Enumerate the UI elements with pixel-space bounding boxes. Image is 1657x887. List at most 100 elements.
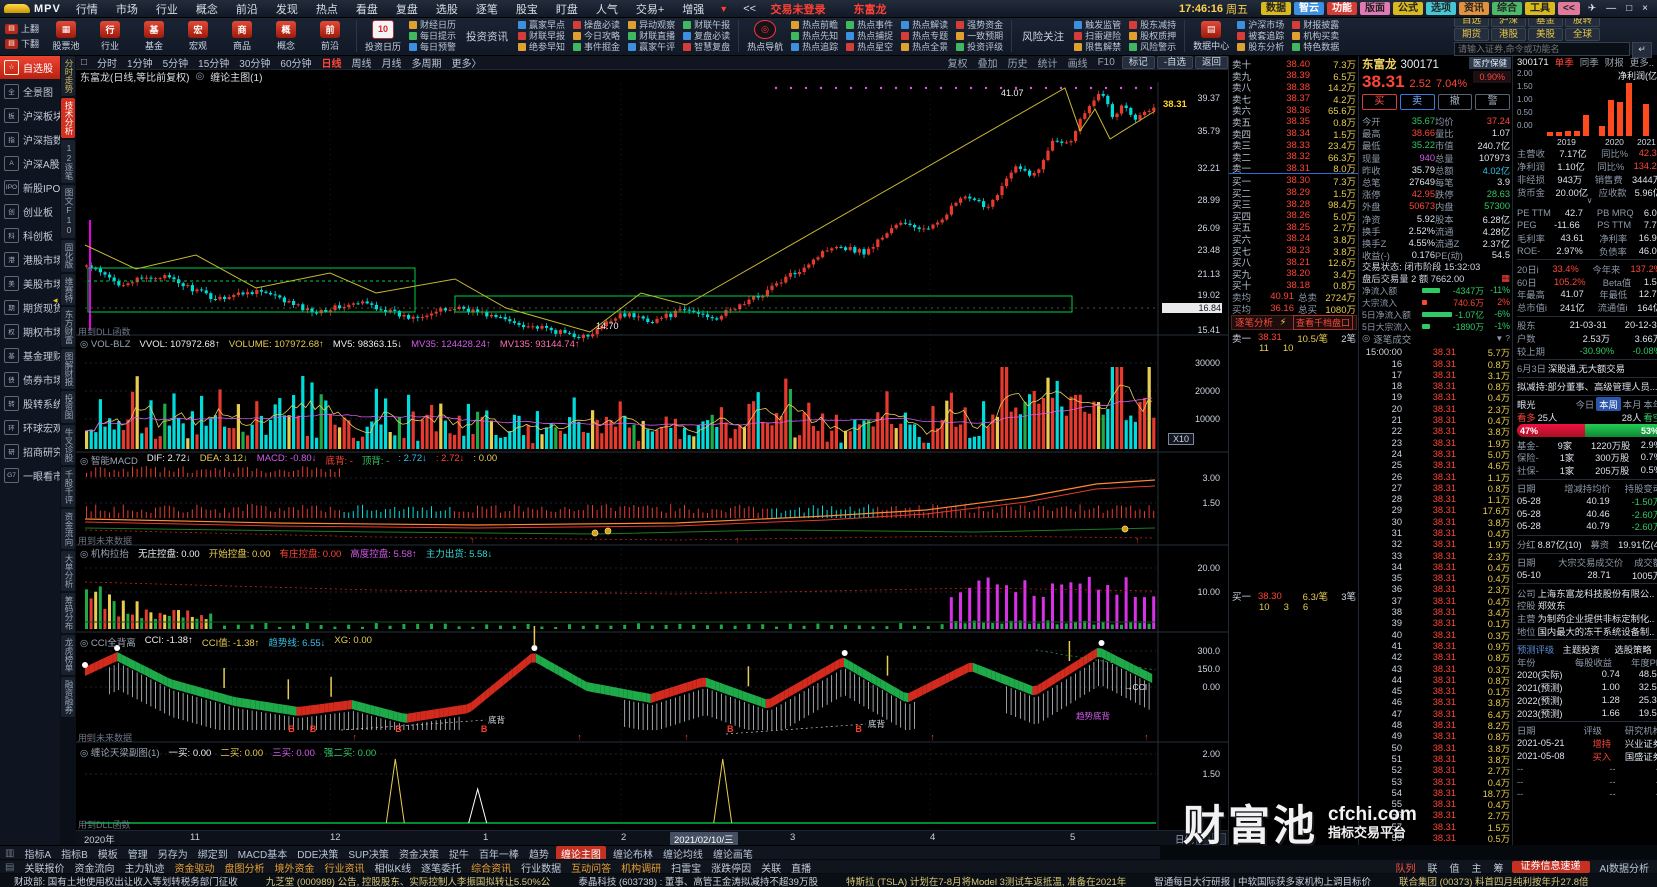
period-月线[interactable]: 月线 — [377, 55, 407, 70]
period-更多〉[interactable]: 更多〉 — [447, 55, 487, 70]
chart-button-叠加[interactable]: 叠加 — [973, 55, 1003, 70]
period-60分钟[interactable]: 60分钟 — [275, 55, 316, 70]
overlay-icon[interactable]: ◎ — [195, 71, 204, 82]
sidebar-item-基金理财[interactable]: 基基金理财 — [0, 343, 63, 367]
timeline-label[interactable]: 3 — [790, 832, 795, 843]
period-5分钟[interactable]: 5分钟 — [158, 55, 194, 70]
bid-row[interactable]: 买七 38.23 3.8万 — [1229, 244, 1359, 258]
ask-row[interactable]: 卖五 38.35 0.8万 — [1229, 115, 1359, 129]
timeline-label[interactable]: 11 — [190, 832, 200, 843]
sidebar-item-自选股[interactable]: ☆ 自选股 — [0, 55, 60, 79]
sidebar-item-债券市场[interactable]: 债债券市场 — [0, 367, 63, 391]
toolbar-link-赢家早点[interactable]: 赢家早点 — [518, 20, 565, 30]
toolbar-link-触发监管[interactable]: 触发监管 — [1074, 20, 1121, 30]
menu-人气[interactable]: 人气 — [587, 1, 627, 17]
quick-button-<<[interactable]: << — [1558, 2, 1580, 15]
toolbar-link-异动观察[interactable]: 异动观察 — [628, 20, 675, 30]
ask-row[interactable]: 卖三 38.33 23.4万 — [1229, 138, 1359, 153]
sidebar-item-沪深板块[interactable]: 板沪深板块 — [0, 103, 63, 127]
toolbar-link-沪深市场[interactable]: 沪深市场 — [1237, 20, 1284, 30]
news-item[interactable]: 联合集团 (00373) 料首四月纯利按年升27.8倍 — [1385, 874, 1603, 887]
market-button-全球[interactable]: 全球 — [1565, 28, 1601, 41]
alert-flag-icon[interactable]: ▼ — [713, 4, 734, 14]
zoom-out-button[interactable]: − — [1196, 833, 1210, 845]
news-item[interactable]: 泰晶科技 (603738) : 董事、高管王金涛拟减持不超39万股 — [564, 874, 832, 887]
menu-逐笔[interactable]: 逐笔 — [467, 1, 507, 17]
toolbar-link-智慧复盘[interactable]: 智慧复盘 — [683, 42, 730, 52]
chart-timeline[interactable]: 2020年 11 12 1 2 2021/02/10/三 3 4 5 日线 − + — [76, 830, 1228, 846]
chart-button-复权[interactable]: 复权 — [943, 55, 973, 70]
industry-tag[interactable]: 医疗保健 — [1468, 57, 1511, 69]
vstrip-tab-牛叉诊股[interactable]: 牛叉诊股 — [61, 424, 75, 465]
menu-增强[interactable]: 增强 — [673, 1, 713, 17]
period-15分钟[interactable]: 15分钟 — [193, 55, 234, 70]
toolbar-link-股权质押[interactable]: 股权质押 — [1129, 31, 1176, 41]
quick-button-智云[interactable]: 智云 — [1294, 2, 1325, 15]
pager-上翻[interactable]: ▤ 上翻 — [5, 22, 39, 35]
chart-button-历史[interactable]: 历史 — [1003, 55, 1033, 70]
sidebar-item-招商研究[interactable]: 研招商研究 — [0, 439, 63, 463]
menu-交易+[interactable]: 交易+ — [627, 1, 673, 17]
period-30分钟[interactable]: 30分钟 — [234, 55, 275, 70]
chart-button--自选[interactable]: -自选 — [1156, 55, 1193, 69]
sidebar-item-一眼看市[interactable]: G7 一眼看市 — [0, 463, 63, 487]
ask-row[interactable]: 卖六 38.36 65.6万 — [1229, 103, 1359, 118]
sidebar-item-环球宏观[interactable]: 环环球宏观 — [0, 415, 63, 439]
toolbar-link-热点全景[interactable]: 热点全景 — [901, 42, 948, 52]
news-item[interactable]: 财政部: 国有土地使用权出让收入等划转税务部门征收 — [0, 874, 252, 887]
quick-button-公式[interactable]: 公式 — [1393, 2, 1424, 15]
toolbar-big-前沿[interactable]: 前前沿 — [308, 17, 352, 55]
vstrip-tab-图解财报[interactable]: 图解财报 — [61, 349, 75, 389]
bid-row[interactable]: 买六 38.24 3.8万 — [1229, 232, 1359, 246]
vstrip-tab-技术分析[interactable]: 技术分析 — [61, 98, 75, 138]
menu-市场[interactable]: 市场 — [107, 1, 147, 17]
toolbar-big-商品[interactable]: 商商品 — [220, 17, 264, 55]
sidebar-item-股转系统[interactable]: 转股转系统 — [0, 391, 63, 415]
toolbar-big-行业[interactable]: 行行业 — [88, 17, 132, 55]
sidebar-item-期权市场[interactable]: 权期权市场 — [0, 319, 63, 343]
ask-row[interactable]: 卖十 38.40 7.3万 — [1229, 57, 1359, 72]
search-input[interactable] — [1454, 42, 1630, 56]
quick-button-数据[interactable]: 数据 — [1261, 2, 1292, 15]
toolbar-link-财经日历[interactable]: 财经日历 — [409, 20, 456, 30]
sidebar-item-美股市场[interactable]: 美美股市场 — [0, 271, 63, 295]
chart-button-统计[interactable]: 统计 — [1033, 55, 1063, 70]
market-button-期货[interactable]: 期货 — [1454, 28, 1490, 41]
bid-row[interactable]: 买二 38.29 1.5万 — [1229, 186, 1359, 200]
maximize-icon[interactable]: □ — [1621, 3, 1637, 14]
bid-row[interactable]: 买三 38.28 98.4万 — [1229, 197, 1359, 212]
toolbar-link-赢家午评[interactable]: 赢家午评 — [628, 42, 675, 52]
menu-选股[interactable]: 选股 — [427, 1, 467, 17]
toolbar-link-被套追踪[interactable]: 被套追踪 — [1237, 31, 1284, 41]
menu-行情[interactable]: 行情 — [67, 1, 107, 17]
chart-button-F10[interactable]: F10 — [1093, 57, 1120, 68]
menu-概念[interactable]: 概念 — [187, 1, 227, 17]
timeline-label[interactable]: 12 — [330, 832, 341, 843]
toolbar-big-概念[interactable]: 概概念 — [264, 17, 308, 55]
vstrip-tab-12逐笔[interactable]: 12逐笔 — [61, 140, 75, 183]
timeline-label[interactable]: 4 — [930, 832, 935, 843]
period-多周期[interactable]: 多周期 — [407, 55, 447, 70]
toolbar-link-一致预期[interactable]: 一致预期 — [956, 31, 1003, 41]
chart-button-返回[interactable]: 返回 — [1194, 55, 1228, 69]
toolbar-link-热点捕捉[interactable]: 热点捕捉 — [846, 31, 893, 41]
trade-button-警[interactable]: 警 — [1475, 94, 1510, 110]
quick-button-版面[interactable]: 版面 — [1360, 2, 1391, 15]
toolbar-link-财联直播[interactable]: 财联直播 — [628, 31, 675, 41]
bid-row[interactable]: 买五 38.25 2.7万 — [1229, 220, 1359, 235]
search-enter-button[interactable]: ↵ — [1632, 42, 1652, 58]
vstrip-tab-千股千评[interactable]: 千股千评 — [61, 466, 75, 507]
toolbar-link-财报披露[interactable]: 财报披露 — [1292, 20, 1339, 30]
fin-tab-300171[interactable]: 300171 — [1517, 57, 1549, 68]
toolbar-link-热点先知[interactable]: 热点先知 — [791, 31, 838, 41]
toolbar-big-数据中心[interactable]: ▤ 数据中心 — [1189, 17, 1233, 55]
menu-collapse[interactable]: << — [734, 3, 765, 15]
ask-row[interactable]: 卖七 38.37 4.2万 — [1229, 92, 1359, 106]
menu-股宝[interactable]: 股宝 — [507, 1, 547, 17]
quick-button-功能[interactable]: 功能 — [1327, 2, 1358, 15]
trade-button-买[interactable]: 买 — [1362, 94, 1397, 110]
ask-row[interactable]: 卖九 38.39 6.5万 — [1229, 69, 1359, 83]
sidebar-item-创业板[interactable]: 创创业板 — [0, 199, 60, 223]
toolbar-link-股东分析[interactable]: 股东分析 — [1237, 42, 1284, 52]
vstrip-tab-维赛特[interactable]: 维赛特 — [61, 273, 75, 305]
